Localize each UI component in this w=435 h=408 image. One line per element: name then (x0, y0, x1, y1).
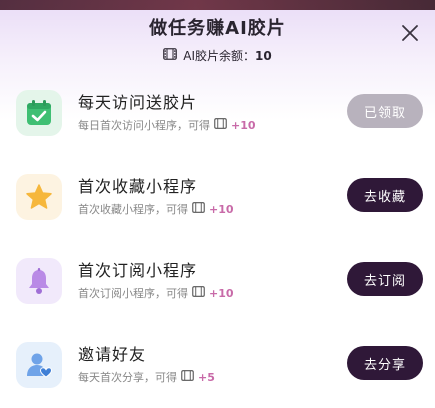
film-icon (214, 118, 227, 134)
task-title: 邀请好友 (78, 345, 147, 364)
star-icon (16, 174, 62, 220)
close-button[interactable] (397, 22, 423, 48)
claimed-button[interactable]: 已领取 (347, 94, 423, 128)
reward-amount: +10 (209, 203, 234, 216)
task-subtitle: 每天首次分享，可得 +5 (78, 370, 215, 386)
sheet-header: 做任务赚AI胶片 AI胶片余额： 10 (0, 16, 435, 64)
film-icon (192, 202, 205, 218)
task-subtitle: 首次收藏小程序，可得 +10 (78, 202, 234, 218)
task-item-daily-visit: 每天访问送胶片 每日首次访问小程序，可得 +10 已领取 (0, 82, 435, 166)
task-subtitle: 每日首次访问小程序，可得 +10 (78, 118, 256, 134)
balance-value: 10 (255, 49, 272, 63)
task-sheet: 做任务赚AI胶片 AI胶片余额： 10 每天访问送胶片 每日首次访问小程序，可得… (0, 0, 435, 408)
task-item-favorite: 首次收藏小程序 首次收藏小程序，可得 +10 去收藏 (0, 166, 435, 250)
task-title: 每天访问送胶片 (78, 93, 198, 112)
reward-amount: +10 (209, 287, 234, 300)
sheet-title: 做任务赚AI胶片 (149, 18, 286, 39)
background-strip (0, 0, 435, 10)
task-item-invite: 邀请好友 每天首次分享，可得 +5 去分享 (0, 334, 435, 408)
task-item-subscribe: 首次订阅小程序 首次订阅小程序，可得 +10 去订阅 (0, 250, 435, 334)
bell-icon (16, 258, 62, 304)
subscribe-button[interactable]: 去订阅 (347, 262, 423, 296)
share-button[interactable]: 去分享 (347, 346, 423, 380)
task-title: 首次订阅小程序 (78, 261, 198, 280)
reward-amount: +5 (198, 371, 215, 384)
user-heart-icon (16, 342, 62, 388)
reward-amount: +10 (231, 119, 256, 132)
balance-label: AI胶片余额： (183, 49, 256, 63)
task-subtitle: 首次订阅小程序，可得 +10 (78, 286, 234, 302)
film-icon (192, 286, 205, 302)
favorite-button[interactable]: 去收藏 (347, 178, 423, 212)
film-icon (181, 370, 194, 386)
calendar-check-icon (16, 90, 62, 136)
task-title: 首次收藏小程序 (78, 177, 198, 196)
close-icon (401, 24, 419, 46)
film-icon (163, 48, 178, 64)
task-list: 每天访问送胶片 每日首次访问小程序，可得 +10 已领取 首次收藏小程序 首次收… (0, 82, 435, 408)
film-balance: AI胶片余额： 10 (163, 48, 272, 64)
